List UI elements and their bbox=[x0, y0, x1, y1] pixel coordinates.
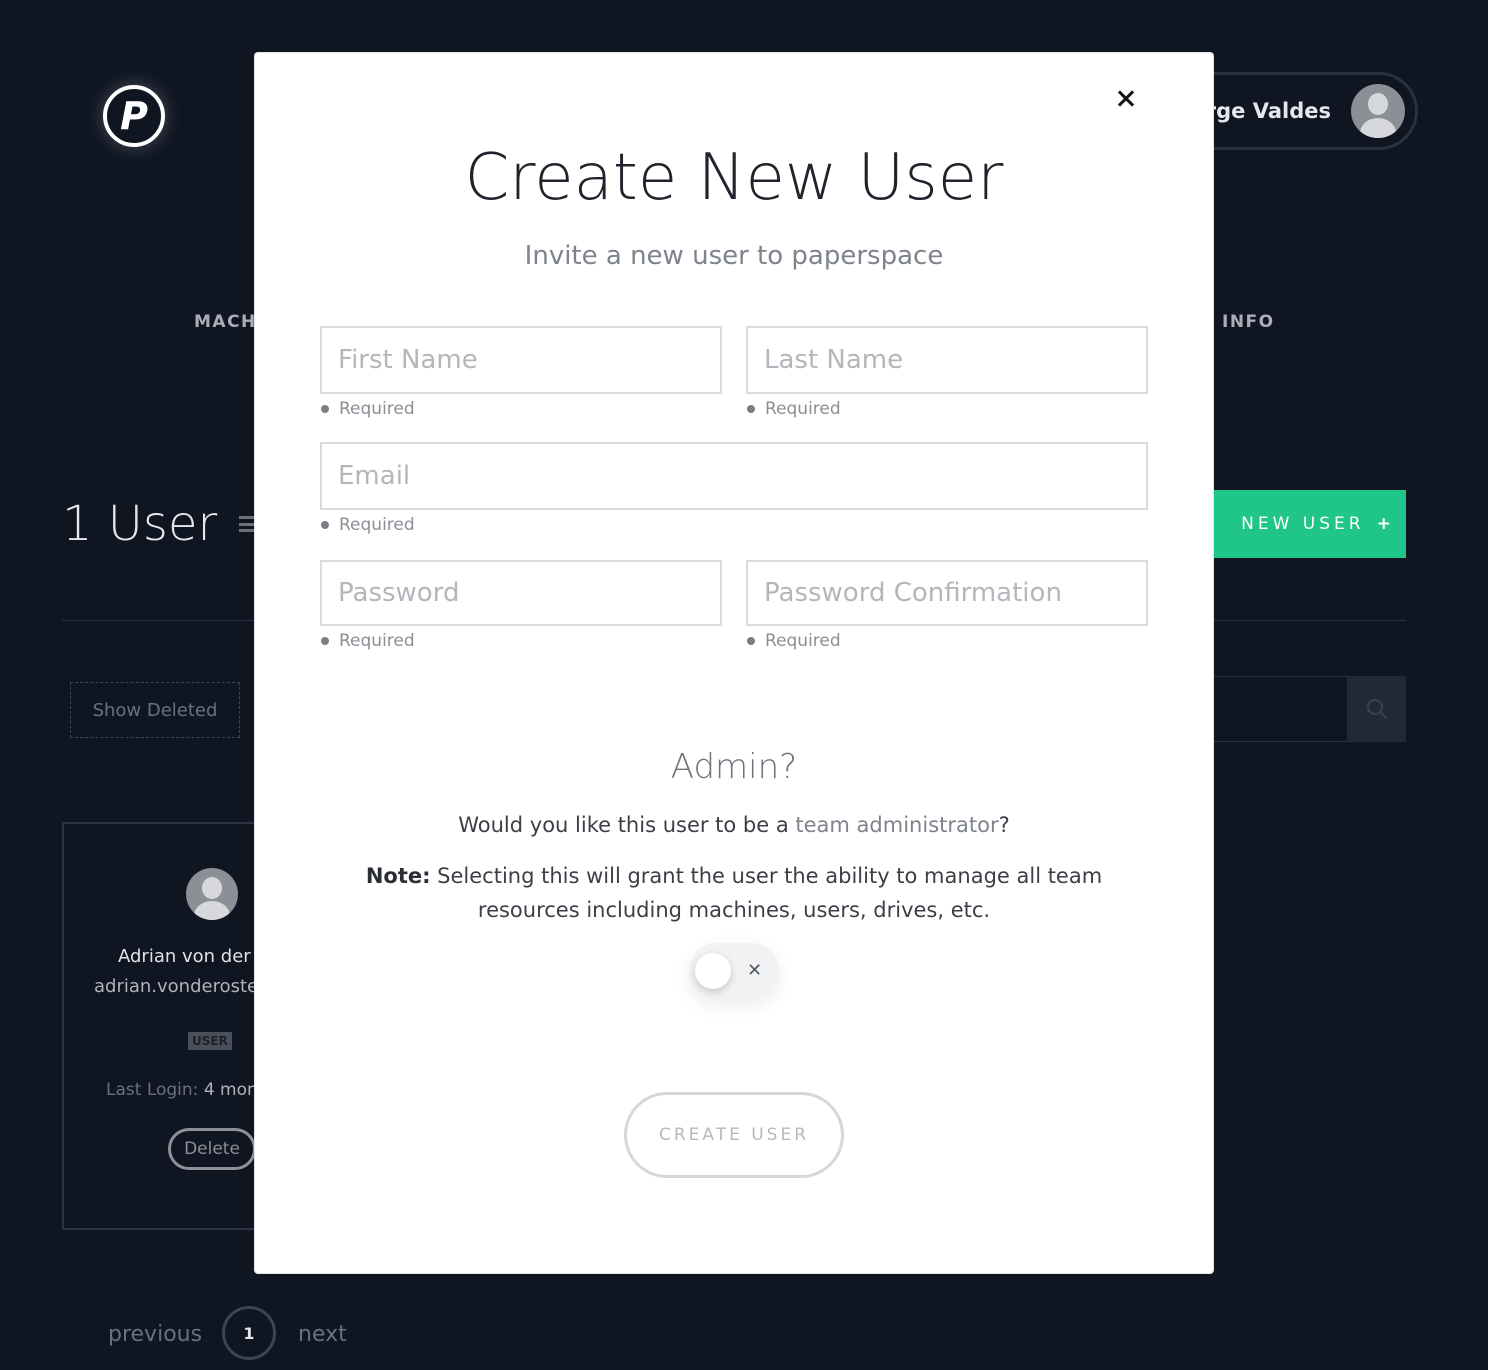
logo-icon: P bbox=[103, 85, 165, 147]
note-label: Note: bbox=[365, 864, 431, 888]
avatar bbox=[1351, 84, 1405, 138]
admin-question: Would you like this user to be a team ad… bbox=[255, 813, 1213, 837]
hint-dot bbox=[321, 405, 329, 413]
admin-heading: Admin? bbox=[670, 747, 798, 787]
hint-text: Required bbox=[339, 631, 415, 651]
password-input[interactable] bbox=[322, 562, 720, 624]
modal-title: Create New User bbox=[464, 141, 1004, 215]
email-input[interactable] bbox=[322, 444, 1146, 508]
role-badge: USER bbox=[188, 1032, 232, 1050]
user-card-email: adrian.vonderoste bbox=[94, 976, 259, 997]
pagination-page-1[interactable]: 1 bbox=[222, 1306, 276, 1360]
last-login-value: 4 mon bbox=[203, 1080, 258, 1100]
password-confirmation-input[interactable] bbox=[748, 562, 1146, 624]
nav-item-info[interactable]: INFO bbox=[1222, 312, 1275, 332]
hint-dot bbox=[321, 637, 329, 645]
email-hint: Required bbox=[321, 515, 415, 535]
paperspace-logo[interactable]: P bbox=[84, 76, 184, 156]
user-avatar bbox=[186, 868, 238, 920]
plus-icon: + bbox=[1376, 514, 1395, 534]
hint-dot bbox=[747, 405, 755, 413]
hint-dot bbox=[747, 637, 755, 645]
close-icon[interactable] bbox=[1115, 87, 1139, 111]
last-login: Last Login: 4 mon bbox=[106, 1080, 258, 1100]
modal-subtitle: Invite a new user to paperspace bbox=[524, 241, 944, 271]
create-user-modal: Create New User Invite a new user to pap… bbox=[255, 53, 1213, 1273]
delete-user-button[interactable]: Delete bbox=[168, 1128, 256, 1170]
pagination-previous[interactable]: previous bbox=[108, 1322, 202, 1347]
email-field[interactable] bbox=[320, 442, 1148, 510]
page-title: 1 User bbox=[62, 496, 262, 552]
search-input[interactable] bbox=[1190, 676, 1348, 742]
hint-text: Required bbox=[339, 399, 415, 419]
user-card-name: Adrian von der bbox=[118, 946, 251, 967]
last-name-input[interactable] bbox=[748, 328, 1146, 392]
search-icon bbox=[1366, 699, 1387, 719]
admin-note: Note: Selecting this will grant the user… bbox=[365, 859, 1103, 927]
show-deleted-button[interactable]: Show Deleted bbox=[70, 682, 240, 738]
toggle-knob bbox=[695, 953, 731, 989]
hint-text: Required bbox=[339, 515, 415, 535]
hint-text: Required bbox=[765, 399, 841, 419]
last-name-hint: Required bbox=[747, 399, 841, 419]
nav-item-machines[interactable]: MACH bbox=[194, 312, 257, 332]
last-login-label: Last Login: bbox=[106, 1080, 199, 1100]
hint-text: Required bbox=[765, 631, 841, 651]
new-user-label: NEW USER bbox=[1241, 514, 1365, 534]
first-name-input[interactable] bbox=[322, 328, 720, 392]
last-name-field[interactable] bbox=[746, 326, 1148, 394]
create-user-button[interactable]: CREATE USER bbox=[624, 1092, 844, 1178]
new-user-button[interactable]: NEW USER + bbox=[1200, 490, 1406, 558]
hint-dot bbox=[321, 521, 329, 529]
user-name: rge Valdes bbox=[1205, 99, 1331, 123]
users-count-heading: 1 User bbox=[62, 496, 218, 552]
password-confirmation-hint: Required bbox=[747, 631, 841, 651]
first-name-field[interactable] bbox=[320, 326, 722, 394]
password-field[interactable] bbox=[320, 560, 722, 626]
note-text: Selecting this will grant the user the a… bbox=[430, 864, 1103, 922]
admin-question-end: ? bbox=[998, 813, 1010, 837]
password-hint: Required bbox=[321, 631, 415, 651]
admin-question-text: Would you like this user to be a bbox=[458, 813, 796, 837]
first-name-hint: Required bbox=[321, 399, 415, 419]
password-confirmation-field[interactable] bbox=[746, 560, 1148, 626]
search-button[interactable] bbox=[1347, 676, 1406, 742]
pagination-next[interactable]: next bbox=[298, 1322, 347, 1347]
team-administrator-link[interactable]: team administrator bbox=[795, 813, 998, 837]
close-icon: ✕ bbox=[747, 960, 763, 981]
admin-toggle[interactable]: ✕ bbox=[689, 943, 779, 999]
